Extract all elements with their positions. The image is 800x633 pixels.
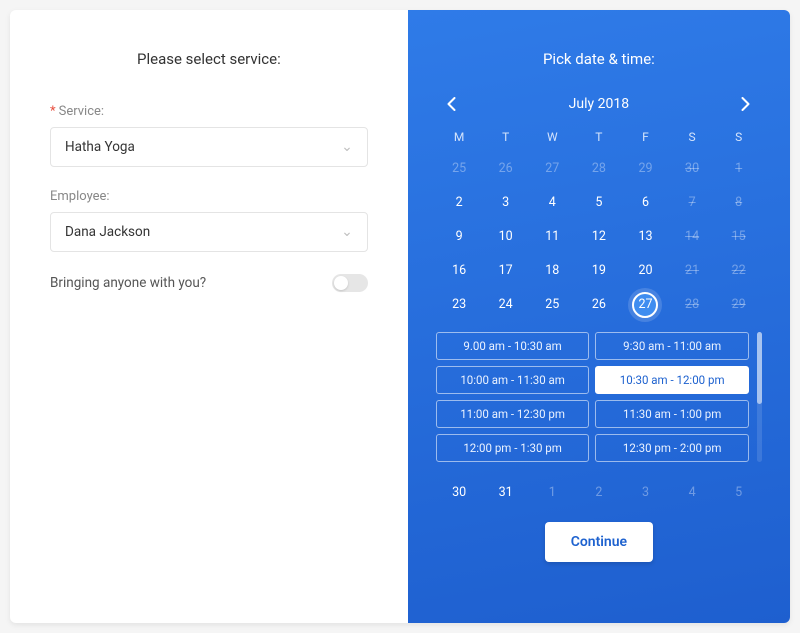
- calendar-day: 28: [669, 292, 716, 318]
- day-of-week: M: [436, 130, 483, 148]
- next-month-button[interactable]: [736, 94, 756, 114]
- calendar-day[interactable]: 20: [622, 258, 669, 284]
- day-of-week: T: [482, 130, 529, 148]
- service-field: *Service: Hatha Yoga ⌄: [50, 104, 368, 167]
- continue-button[interactable]: Continue: [545, 522, 653, 562]
- service-heading: Please select service:: [50, 50, 368, 68]
- calendar-day: 21: [669, 258, 716, 284]
- datetime-heading: Pick date & time:: [436, 50, 762, 68]
- calendar-day: 30: [669, 156, 716, 182]
- calendar-day: 28: [576, 156, 623, 182]
- calendar-day: 22: [715, 258, 762, 284]
- calendar-day[interactable]: 26: [576, 292, 623, 318]
- required-mark: *: [50, 104, 56, 119]
- time-slot[interactable]: 12:00 pm - 1:30 pm: [436, 434, 590, 462]
- calendar-day: 1: [529, 480, 576, 506]
- calendar-day: 5: [715, 480, 762, 506]
- bringing-toggle[interactable]: [332, 274, 368, 292]
- time-slots-grid: 9.00 am - 10:30 am9:30 am - 11:00 am10:0…: [436, 332, 749, 462]
- calendar-day[interactable]: 19: [576, 258, 623, 284]
- calendar-day[interactable]: 9: [436, 224, 483, 250]
- calendar-day: 8: [715, 190, 762, 216]
- employee-value: Dana Jackson: [65, 224, 150, 240]
- calendar-day: 15: [715, 224, 762, 250]
- calendar-day: 29: [715, 292, 762, 318]
- calendar-day[interactable]: 11: [529, 224, 576, 250]
- day-of-week: T: [576, 130, 623, 148]
- calendar-day[interactable]: 12: [576, 224, 623, 250]
- day-of-week: W: [529, 130, 576, 148]
- calendar-day: 27: [529, 156, 576, 182]
- month-label: July 2018: [569, 96, 629, 112]
- calendar-day: 1: [715, 156, 762, 182]
- service-label: *Service:: [50, 104, 368, 119]
- calendar-day[interactable]: 4: [529, 190, 576, 216]
- time-slot[interactable]: 10:30 am - 12:00 pm: [595, 366, 749, 394]
- time-slot[interactable]: 11:30 am - 1:00 pm: [595, 400, 749, 428]
- chevron-left-icon: [447, 97, 456, 111]
- toggle-knob: [334, 276, 348, 290]
- calendar-day[interactable]: 27: [622, 292, 669, 318]
- calendar-grid: MTWTFSS252627282930123456789101112131415…: [436, 130, 762, 506]
- calendar-day[interactable]: 6: [622, 190, 669, 216]
- time-slot[interactable]: 10:00 am - 11:30 am: [436, 366, 590, 394]
- continue-wrap: Continue: [436, 522, 762, 562]
- day-of-week: S: [715, 130, 762, 148]
- time-slot[interactable]: 11:00 am - 12:30 pm: [436, 400, 590, 428]
- calendar-day[interactable]: 31: [482, 480, 529, 506]
- calendar-day: 14: [669, 224, 716, 250]
- calendar-day: 7: [669, 190, 716, 216]
- service-select[interactable]: Hatha Yoga ⌄: [50, 127, 368, 167]
- calendar-day[interactable]: 16: [436, 258, 483, 284]
- day-of-week: F: [622, 130, 669, 148]
- calendar-day[interactable]: 5: [576, 190, 623, 216]
- employee-field: Employee: Dana Jackson ⌄: [50, 189, 368, 252]
- chevron-right-icon: [741, 97, 750, 111]
- bringing-row: Bringing anyone with you?: [50, 274, 368, 292]
- calendar-day[interactable]: 2: [436, 190, 483, 216]
- calendar-day[interactable]: 10: [482, 224, 529, 250]
- calendar-day: 3: [622, 480, 669, 506]
- calendar-day: 29: [622, 156, 669, 182]
- prev-month-button[interactable]: [442, 94, 462, 114]
- bringing-label: Bringing anyone with you?: [50, 275, 206, 291]
- calendar-day: 4: [669, 480, 716, 506]
- time-slots-panel: 9.00 am - 10:30 am9:30 am - 11:00 am10:0…: [436, 332, 762, 462]
- employee-select[interactable]: Dana Jackson ⌄: [50, 212, 368, 252]
- employee-label: Employee:: [50, 189, 368, 204]
- slots-scrollbar[interactable]: [757, 332, 762, 462]
- calendar-day: 25: [436, 156, 483, 182]
- chevron-down-icon: ⌄: [341, 139, 353, 155]
- scrollbar-thumb[interactable]: [757, 332, 762, 404]
- calendar-day: 26: [482, 156, 529, 182]
- service-panel: Please select service: *Service: Hatha Y…: [10, 10, 408, 623]
- calendar-day[interactable]: 23: [436, 292, 483, 318]
- day-of-week: S: [669, 130, 716, 148]
- calendar-day: 2: [576, 480, 623, 506]
- calendar-day[interactable]: 3: [482, 190, 529, 216]
- calendar-header: July 2018: [436, 94, 762, 114]
- calendar-day[interactable]: 18: [529, 258, 576, 284]
- calendar-day[interactable]: 13: [622, 224, 669, 250]
- calendar-day[interactable]: 25: [529, 292, 576, 318]
- booking-card: Please select service: *Service: Hatha Y…: [10, 10, 790, 623]
- chevron-down-icon: ⌄: [341, 224, 353, 240]
- calendar-day[interactable]: 17: [482, 258, 529, 284]
- calendar-day[interactable]: 30: [436, 480, 483, 506]
- time-slot[interactable]: 9.00 am - 10:30 am: [436, 332, 590, 360]
- service-value: Hatha Yoga: [65, 139, 135, 155]
- time-slot[interactable]: 12:30 pm - 2:00 pm: [595, 434, 749, 462]
- datetime-panel: Pick date & time: July 2018 MTWTFSS25262…: [408, 10, 790, 623]
- time-slot[interactable]: 9:30 am - 11:00 am: [595, 332, 749, 360]
- calendar-day[interactable]: 24: [482, 292, 529, 318]
